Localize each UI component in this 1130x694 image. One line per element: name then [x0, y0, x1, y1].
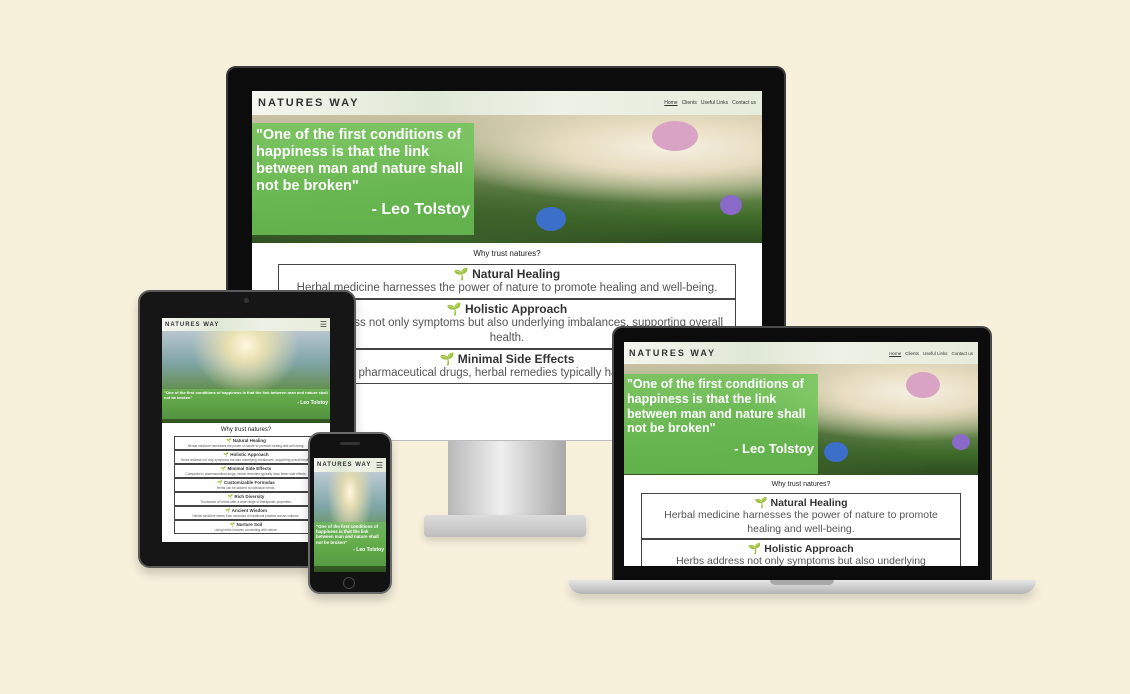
- hero-quote: "One of the first conditions of happines…: [256, 127, 464, 195]
- site-logo[interactable]: NATURES WAY: [258, 97, 359, 109]
- nav-clients[interactable]: Clients: [905, 351, 919, 356]
- nav-clients[interactable]: Clients: [682, 100, 697, 106]
- hero-author: - Leo Tolstoy: [297, 400, 328, 407]
- feature-title: 🌱 Natural Healing: [754, 497, 848, 509]
- feature-title: 🌱 Natural Healing: [453, 267, 561, 281]
- why-heading: Why trust natures?: [220, 427, 272, 433]
- feature-card: 🌱 Minimal Side Effects Compared to pharm…: [174, 464, 318, 478]
- feature-card: 🌱 Ancient Wisdom Herbal medicine stems f…: [174, 506, 318, 520]
- feature-text: Herbal medicine stems from centuries of …: [192, 514, 300, 518]
- quote-box: "One of the first conditions of happines…: [162, 389, 330, 419]
- feature-text: Herbs address not only symptoms but also…: [180, 458, 312, 462]
- quote-box: "One of the first conditions of happines…: [252, 123, 474, 235]
- hero-banner: "One of the first conditions of happines…: [314, 472, 386, 572]
- site-header: NATURES WAY Home Clients Useful Links Co…: [624, 342, 978, 364]
- feature-card: 🌱 Holistic Approach Herbs address not on…: [641, 539, 961, 566]
- hero-banner: "One of the first conditions of happines…: [252, 115, 762, 243]
- page-content: Why trust natures? 🌱 Natural Healing Her…: [624, 475, 978, 566]
- flower-graphic: [906, 372, 940, 398]
- feature-card: 🌱 Natural Healing Herbal medicine harnes…: [641, 493, 961, 540]
- home-button[interactable]: [343, 577, 355, 589]
- hero-banner: "One of the first conditions of happines…: [162, 331, 330, 423]
- hamburger-menu-icon[interactable]: ☰: [376, 461, 383, 470]
- nav-contact[interactable]: Contact us: [951, 351, 973, 356]
- quote-box: "One of the first conditions of happines…: [624, 374, 818, 474]
- hero-author: - Leo Tolstoy: [371, 201, 470, 219]
- feature-card: 🌱 Nurture Soil Using herbs involves conn…: [174, 520, 318, 534]
- site-logo[interactable]: NATURES WAY: [629, 348, 716, 358]
- feature-title: 🌱 Holistic Approach: [748, 543, 854, 556]
- feature-text: Herbal medicine harnesses the power of n…: [187, 444, 305, 448]
- feature-text: Herbal medicine harnesses the power of n…: [664, 509, 938, 535]
- feature-text: Thousands of herbal offer a wide range o…: [200, 500, 292, 504]
- site-header: NATURES WAY ☰: [314, 458, 386, 472]
- feature-text: Compared to pharmaceutical drugs, herbal…: [185, 472, 307, 476]
- hero-author: - Leo Tolstoy: [734, 441, 814, 456]
- flower-graphic: [652, 121, 698, 151]
- feature-text: Herbs address not only symptoms but also…: [676, 555, 926, 566]
- flower-graphic: [536, 207, 566, 231]
- flower-graphic: [952, 434, 970, 450]
- nav-home[interactable]: Home: [889, 351, 901, 356]
- feature-card: 🌱 Natural Healing Herbal medicine harnes…: [174, 436, 318, 450]
- feature-card: 🌱 Rich Diversity Thousands of herbal off…: [174, 492, 318, 506]
- nav-useful-links[interactable]: Useful Links: [923, 351, 948, 356]
- main-nav: Home Clients Useful Links Contact us: [889, 351, 973, 356]
- main-nav: Home Clients Useful Links Contact us: [664, 100, 756, 106]
- site-logo[interactable]: NATURES WAY: [165, 322, 219, 328]
- laptop-screen: NATURES WAY Home Clients Useful Links Co…: [624, 342, 978, 566]
- feature-card: 🌱 Customizable Formulas Herbs can be tai…: [174, 478, 318, 492]
- hero-quote: "One of the first conditions of happines…: [164, 390, 328, 400]
- page-content: Why trust natures? 🌱 Natural Healing Her…: [162, 423, 330, 542]
- feature-card: 🌱 Holistic Approach Herbs address not on…: [174, 450, 318, 464]
- nav-useful-links[interactable]: Useful Links: [701, 100, 728, 106]
- why-heading: Why trust natures?: [473, 249, 541, 258]
- why-heading: Why trust natures?: [771, 481, 831, 488]
- hero-quote: "One of the first conditions of happines…: [627, 377, 806, 436]
- site-header: NATURES WAY Home Clients Useful Links Co…: [252, 91, 762, 115]
- phone-screen: NATURES WAY ☰ "One of the first conditio…: [314, 458, 386, 572]
- flower-graphic: [824, 442, 848, 462]
- nav-home[interactable]: Home: [664, 100, 677, 106]
- feature-text: Herbs can be tailored to individual need…: [216, 486, 276, 490]
- tablet-screen: NATURES WAY ☰ "One of the first conditio…: [162, 318, 330, 542]
- quote-box: "One of the first conditions of happines…: [314, 522, 386, 566]
- flower-graphic: [720, 195, 742, 215]
- hamburger-menu-icon[interactable]: ☰: [320, 320, 327, 329]
- feature-text: Using herbs involves connecting with nat…: [214, 528, 278, 532]
- hero-banner: "One of the first conditions of happines…: [624, 364, 978, 475]
- site-header: NATURES WAY ☰: [162, 318, 330, 331]
- nav-contact[interactable]: Contact us: [732, 100, 756, 106]
- hero-quote: "One of the first conditions of happines…: [316, 524, 379, 545]
- site-logo[interactable]: NATURES WAY: [317, 462, 371, 468]
- hero-author: - Leo Tolstoy: [353, 546, 384, 553]
